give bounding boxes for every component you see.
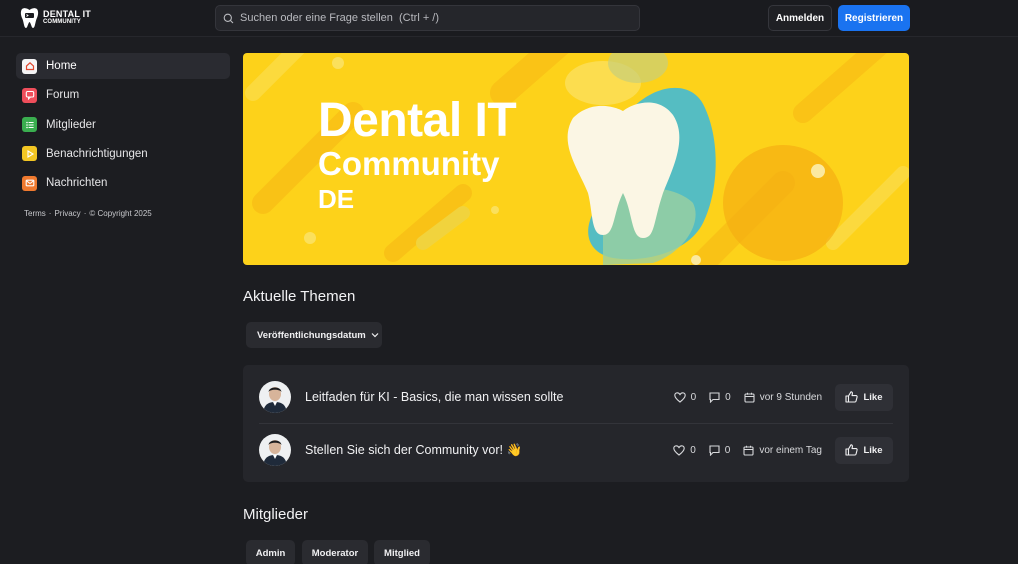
search-input[interactable] xyxy=(240,12,630,24)
members-icon xyxy=(22,117,37,133)
sidebar-item-label: Mitglieder xyxy=(46,118,96,131)
heart-icon xyxy=(673,391,686,403)
sidebar-item-notifications[interactable]: Benachrichtigungen xyxy=(16,141,230,167)
banner-title: Dental IT xyxy=(318,94,517,147)
logo-line2: COMMUNITY xyxy=(43,19,81,25)
login-button[interactable]: Anmelden xyxy=(768,5,832,31)
sort-label: Veröffentlichungsdatum xyxy=(257,329,366,341)
sidebar-item-messages[interactable]: Nachrichten xyxy=(16,170,230,196)
avatar[interactable] xyxy=(259,434,291,466)
topic-row[interactable]: Stellen Sie sich der Community vor! 👋 0 … xyxy=(259,430,893,470)
search-bar[interactable] xyxy=(215,5,640,31)
likes-value: 0 xyxy=(690,444,696,456)
topic-title[interactable]: Leitfaden für KI - Basics, die man wisse… xyxy=(305,390,674,404)
calendar-icon xyxy=(743,445,754,456)
sort-dropdown[interactable]: Veröffentlichungsdatum xyxy=(246,322,382,348)
sidebar-item-label: Benachrichtigungen xyxy=(46,147,148,160)
post-time: vor 9 Stunden xyxy=(744,392,822,403)
comment-icon xyxy=(709,444,720,456)
post-time: vor einem Tag xyxy=(743,445,822,456)
calendar-icon xyxy=(744,392,755,403)
comments-count: 0 xyxy=(709,392,731,403)
comments-count: 0 xyxy=(709,444,731,456)
topics-heading: Aktuelle Themen xyxy=(243,288,356,305)
sidebar-item-members[interactable]: Mitglieder xyxy=(16,112,230,138)
privacy-link[interactable]: Privacy xyxy=(54,209,80,218)
comments-value: 0 xyxy=(724,444,731,456)
sidebar-item-home[interactable]: Home xyxy=(16,53,230,79)
likes-count: 0 xyxy=(673,445,696,456)
avatar[interactable] xyxy=(259,381,291,413)
topic-divider xyxy=(259,423,893,424)
topic-title[interactable]: Stellen Sie sich der Community vor! 👋 xyxy=(305,443,673,458)
like-label: Like xyxy=(863,391,883,403)
terms-link[interactable]: Terms xyxy=(24,209,46,218)
sidebar-item-label: Home xyxy=(46,60,77,72)
role-filter-admin[interactable]: Admin xyxy=(246,540,295,564)
banner-subtitle: Community xyxy=(318,145,500,182)
likes-value: 0 xyxy=(690,391,697,403)
footer-separator: · xyxy=(83,209,87,218)
comment-icon xyxy=(709,391,720,403)
banner-country: DE xyxy=(318,184,355,214)
role-filter-moderator[interactable]: Moderator xyxy=(302,540,368,564)
role-filter-member[interactable]: Mitglied xyxy=(374,540,430,564)
forum-icon xyxy=(22,87,37,103)
tooth-logo-icon xyxy=(20,8,39,28)
like-button[interactable]: Like xyxy=(835,436,893,464)
logo-line1: DENTAL IT xyxy=(43,9,91,19)
time-value: vor einem Tag xyxy=(759,444,822,456)
home-icon xyxy=(22,58,37,74)
chevron-down-icon xyxy=(371,333,379,338)
search-icon xyxy=(223,13,234,23)
sidebar-nav: Home Forum Mitglieder Benachrichtigungen… xyxy=(16,53,230,199)
notifications-icon xyxy=(22,146,37,162)
time-value: vor 9 Stunden xyxy=(759,391,822,403)
likes-count: 0 xyxy=(673,391,697,403)
sidebar-item-label: Nachrichten xyxy=(46,177,108,190)
footer-separator: · xyxy=(48,209,52,218)
sidebar-item-label: Forum xyxy=(46,89,80,102)
thumbs-up-icon xyxy=(845,391,859,403)
logo[interactable]: DENTAL IT COMMUNITY xyxy=(20,6,100,30)
sidebar-item-forum[interactable]: Forum xyxy=(16,82,230,108)
copyright-text: © Copyright 2025 xyxy=(89,209,152,218)
top-bar: DENTAL IT COMMUNITY Anmelden Registriere… xyxy=(0,0,1018,37)
sidebar-footer: Terms · Privacy · © Copyright 2025 xyxy=(24,209,152,218)
community-banner: Dental IT Community DE xyxy=(243,53,909,265)
thumbs-up-icon xyxy=(845,444,859,456)
topics-list: Leitfaden für KI - Basics, die man wisse… xyxy=(243,365,909,482)
register-button[interactable]: Registrieren xyxy=(838,5,910,31)
comments-value: 0 xyxy=(725,391,731,403)
topic-row[interactable]: Leitfaden für KI - Basics, die man wisse… xyxy=(259,377,893,417)
banner-text: Dental IT Community DE xyxy=(318,94,517,214)
logo-text: DENTAL IT COMMUNITY xyxy=(43,10,91,26)
heart-icon xyxy=(673,444,685,456)
messages-icon xyxy=(22,175,37,191)
like-button[interactable]: Like xyxy=(835,383,893,411)
like-label: Like xyxy=(863,444,883,456)
members-heading: Mitglieder xyxy=(243,506,309,523)
